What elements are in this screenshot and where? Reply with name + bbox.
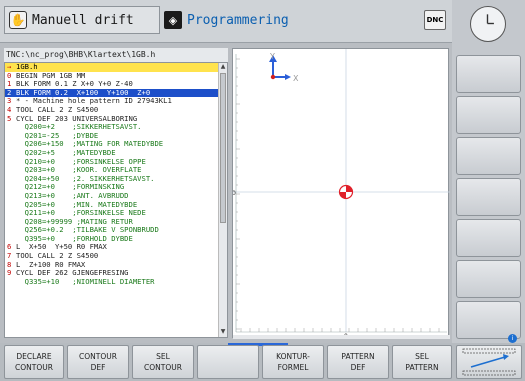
pattern-def-button[interactable]: PATTERN DEF [327,345,389,379]
sel-contour-label-1: SEL [156,352,170,361]
vertical-softkey-6[interactable] [456,260,521,298]
sel-contour-label-2: CONTOUR [144,363,182,372]
line-code: Q335=+10 ;NIOMINELL DIAMETER [16,276,155,286]
scroll-down-icon[interactable]: ▼ [219,328,227,337]
empty-softkey[interactable] [197,345,259,379]
program-path: TNC:\nc_prog\BHB\Klartext\1GB.h [4,48,228,62]
scroll-thumb[interactable] [220,73,226,223]
declare-contour-label-1: DECLARE [16,352,52,361]
kontur-formel-label-2: FORMEL [277,363,309,372]
hand-icon: ✋ [9,11,27,29]
x-axis-label: X [293,74,299,83]
line-number: 5 [7,113,12,123]
clock-icon [470,6,506,42]
datum-marker-icon [338,184,354,200]
line-number [7,201,16,210]
line-number [7,226,16,235]
softkey-bar: DECLARE CONTOUR CONTOUR DEF SEL CONTOUR … [0,343,525,381]
x-axis-head [285,74,291,80]
softkey-switch-icon [462,348,516,376]
kontur-formel-button[interactable]: KONTUR- FORMEL [262,345,324,379]
line-number: 9 [7,268,12,278]
scroll-up-icon[interactable]: ▲ [219,63,227,72]
graphics-canvas: 0 0 Y X [233,49,450,339]
declare-contour-button[interactable]: DECLARE CONTOUR [4,345,64,379]
line-number [7,149,16,158]
line-number [7,123,16,132]
pattern-def-label-1: PATTERN [341,352,375,361]
y-axis-label: Y [269,52,275,61]
vertical-softkey-1[interactable] [456,55,521,93]
contour-def-label-2: DEF [90,363,106,372]
line-number [7,209,16,218]
line-number [7,158,16,167]
mode-programming-label: Programmering [187,12,289,28]
contour-def-button[interactable]: CONTOUR DEF [67,345,129,379]
vertical-softkey-4[interactable] [456,178,521,216]
origin-dot [270,74,276,80]
line-number [7,192,16,201]
mode-manual-label: Manuell drift [32,12,134,28]
program-scrollbar[interactable]: ▲ ▼ [218,63,227,337]
line-number [7,140,16,149]
vertical-softkey-3[interactable] [456,137,521,175]
line-number [7,218,16,227]
graphics-view[interactable]: 0 0 Y X [232,48,450,339]
info-icon[interactable]: i [508,334,517,343]
programming-icon: ◈ [164,11,182,29]
sel-pattern-label-2: PATTERN [405,363,439,372]
declare-contour-label-2: CONTOUR [15,363,53,372]
vertical-softkey-2[interactable] [456,96,521,134]
dnc-icon[interactable]: DNC [424,10,446,30]
vertical-softkey-bar [452,0,525,343]
kontur-formel-label-1: KONTUR- [276,352,310,361]
program-line[interactable]: Q335=+10 ;NIOMINELL DIAMETER [5,276,227,287]
sel-pattern-label-1: SEL [415,352,429,361]
line-number [7,278,16,287]
mode-manual-button[interactable]: ✋ Manuell drift [4,6,160,34]
graphics-hscroll [233,335,450,339]
line-number [7,132,16,141]
line-number [7,183,16,192]
line-number [7,166,16,175]
mode-programming-button[interactable]: ◈ Programmering [164,6,448,34]
program-editor[interactable]: → 1GB.h 0 BEGIN PGM 1GB MM 1 BLK FORM 0.1 Z X… [4,62,228,338]
sel-pattern-button[interactable]: SEL PATTERN [392,345,452,379]
sel-contour-button[interactable]: SEL CONTOUR [132,345,194,379]
vertical-softkey-5[interactable] [456,219,521,257]
header-bar: ✋ Manuell drift ◈ Programmering DNC [0,0,452,43]
line-number [7,175,16,184]
softkey-switch-button[interactable] [456,345,522,379]
contour-def-label-1: CONTOUR [79,352,117,361]
pattern-def-label-2: DEF [350,363,366,372]
program-lines: → 1GB.h 0 BEGIN PGM 1GB MM 1 BLK FORM 0.1 Z X… [5,63,227,286]
ruler-zero-label: 0 [233,190,236,197]
